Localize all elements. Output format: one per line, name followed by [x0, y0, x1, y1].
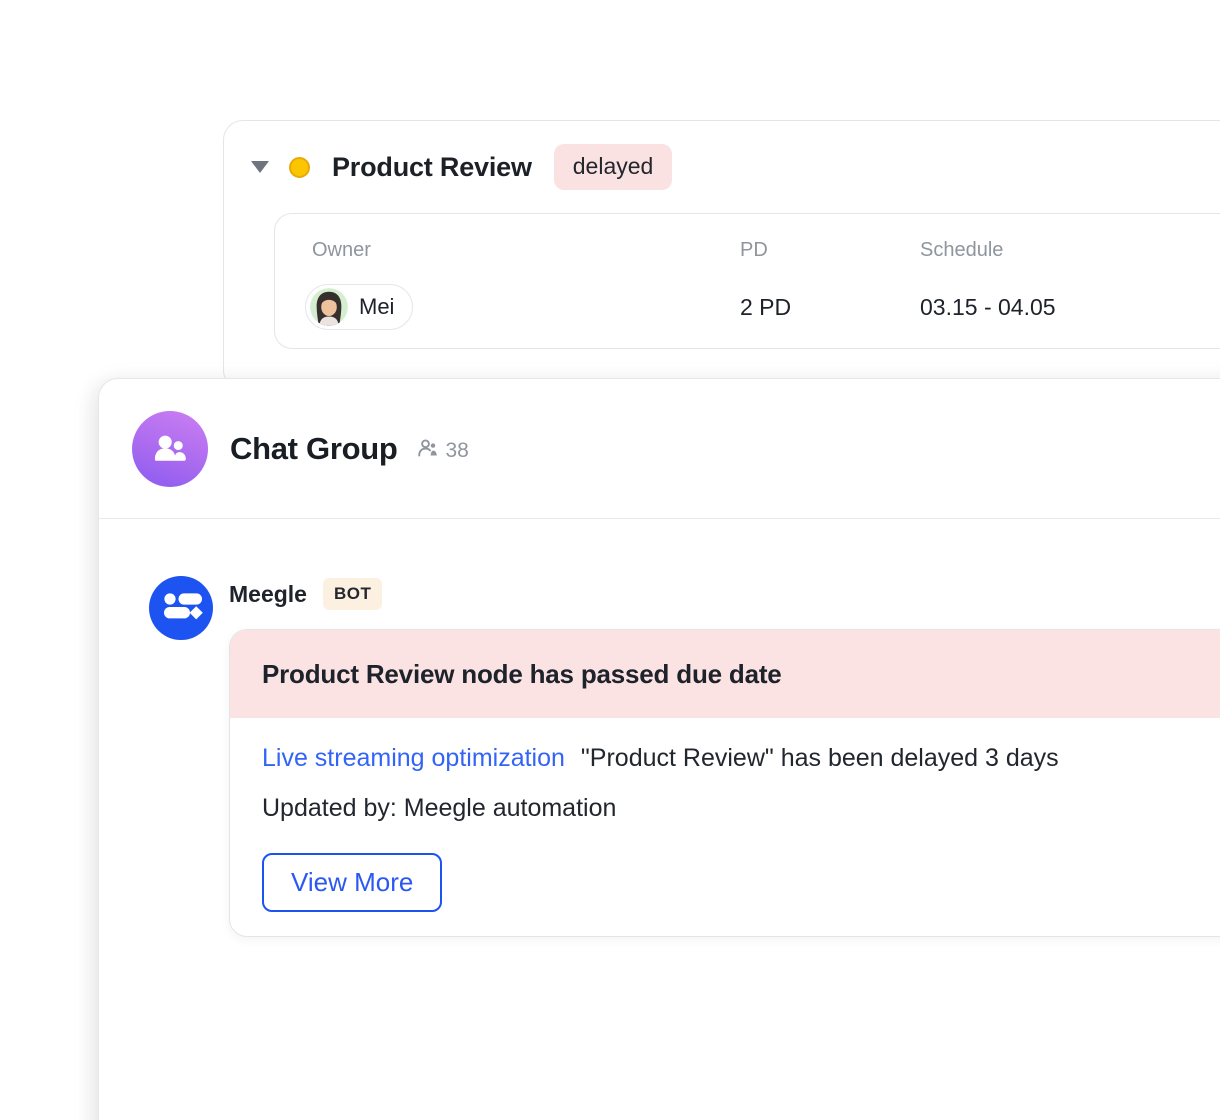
pd-cell: 2 PD [740, 294, 920, 321]
owner-avatar [310, 288, 348, 326]
fields-value-row: Mei 2 PD 03.15 - 04.05 [275, 282, 1220, 332]
group-avatar-icon [132, 411, 208, 487]
owner-cell: Mei [275, 284, 740, 331]
delay-text: "Product Review" has been delayed 3 days [581, 744, 1059, 772]
chat-message: Meegle BOT Product Review node has passe… [99, 519, 1220, 937]
node-header: Product Review delayed [249, 143, 672, 191]
sender-name: Meegle [229, 581, 307, 608]
notification-title: Product Review node has passed due date [230, 630, 1220, 718]
owner-column-header: Owner [275, 239, 740, 262]
member-count-value: 38 [446, 439, 469, 463]
member-count[interactable]: 38 [416, 436, 469, 466]
pd-column-header: PD [740, 239, 920, 262]
sender-line: Meegle BOT [229, 576, 1220, 612]
node-title: Product Review [332, 152, 532, 183]
meegle-logo-icon [149, 576, 213, 640]
updated-by-text: Updated by: Meegle automation [262, 794, 1220, 823]
message-main: Meegle BOT Product Review node has passe… [229, 576, 1220, 937]
schedule-cell: 03.15 - 04.05 [920, 294, 1220, 321]
chat-title: Chat Group [230, 431, 398, 467]
notification-line-1: Live streaming optimization "Product Revi… [262, 742, 1220, 775]
page: Product Review delayed Owner PD Schedule [0, 0, 1220, 1120]
chat-card: Chat Group 38 [98, 378, 1220, 1120]
collapse-arrow-icon[interactable] [251, 161, 269, 173]
status-dot-icon [289, 157, 310, 178]
bot-badge: BOT [323, 578, 382, 610]
owner-name: Mei [359, 294, 394, 320]
node-fields-table: Owner PD Schedule [274, 213, 1220, 349]
notification-card: Product Review node has passed due date … [229, 629, 1220, 937]
view-more-button[interactable]: View More [262, 853, 442, 912]
status-badge: delayed [554, 144, 673, 190]
chat-header: Chat Group 38 [99, 379, 1220, 519]
schedule-column-header: Schedule [920, 239, 1220, 262]
members-icon [416, 436, 440, 466]
project-link[interactable]: Live streaming optimization [262, 744, 565, 772]
fields-header-row: Owner PD Schedule [275, 239, 1220, 262]
notification-body: Live streaming optimization "Product Revi… [230, 718, 1220, 936]
node-card: Product Review delayed Owner PD Schedule [223, 120, 1220, 390]
owner-chip[interactable]: Mei [305, 284, 413, 330]
